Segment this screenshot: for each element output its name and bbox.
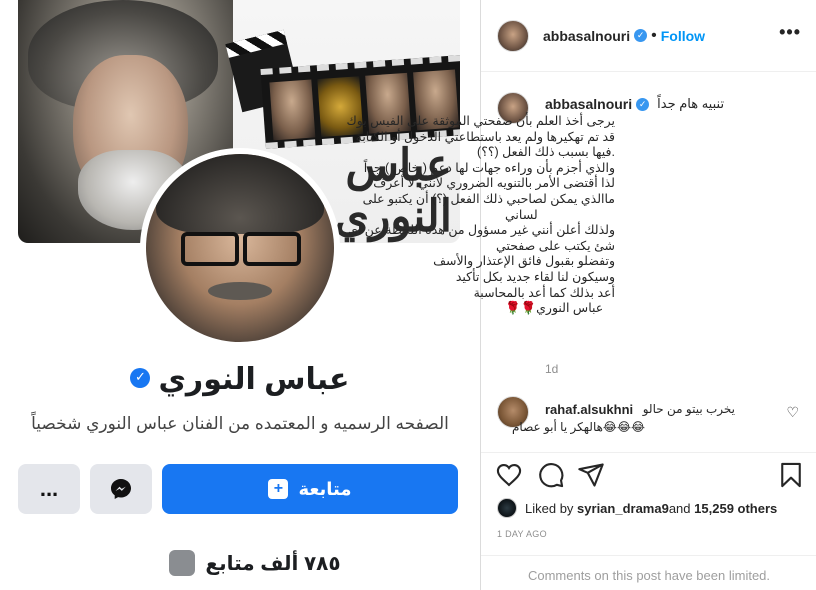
caption-line: عباس النوري🌹🌹: [505, 301, 604, 316]
more-options-icon[interactable]: •••: [779, 22, 801, 43]
comment-icon[interactable]: [537, 461, 565, 489]
caption-line: وتفضلو بقبول فائق الإعتذار والأسف: [433, 254, 615, 269]
caption-line: وسيكون لنا لقاء جديد بكل تأكيد: [455, 269, 615, 284]
facebook-profile-screenshot: عباس النوري عباس النوري الصفحه الرسميه و…: [0, 0, 480, 590]
comments-limited-notice: Comments on this post have been limited.: [481, 555, 816, 590]
heart-icon[interactable]: [495, 461, 523, 489]
profile-avatar: [146, 154, 334, 342]
comment-text-line1: يخرب بيتو من حالو: [642, 402, 735, 416]
verified-icon: [634, 29, 648, 42]
comment-text-line2: 😂😂😂هالهكر يا أبو عصام: [511, 420, 645, 434]
caption-title: تنبيه هام جداً: [657, 96, 725, 111]
caption-line: قد تم تهكيرها ولم يعد باستطاعتي الدخول أ…: [355, 129, 615, 144]
share-icon[interactable]: [577, 461, 605, 489]
messenger-button: [90, 464, 152, 514]
commenter-username[interactable]: rahaf.alsukhni: [545, 402, 633, 417]
verified-icon: [130, 368, 151, 389]
verified-icon: [636, 97, 650, 111]
caption-line: لذا أقتضى الأمر بالتنويه الضروري لأنني ل…: [373, 176, 615, 191]
caption-line: لساني: [505, 207, 538, 222]
caption-line: شئ يكتب على صفحتي: [496, 238, 615, 253]
caption-time[interactable]: 1d: [545, 362, 558, 376]
more-button: ...: [18, 464, 80, 514]
checkmark-icon: [169, 550, 196, 576]
author-username[interactable]: abbasalnouri: [543, 28, 630, 44]
page-title: عباس النوري: [0, 362, 480, 397]
caption-line: .فيها بسبب ذلك الفعل (؟؟): [477, 145, 615, 160]
follow-button[interactable]: Follow: [661, 28, 705, 44]
separator-dot: •: [651, 26, 657, 44]
comment-item: rahaf.alsukhni يخرب بيتو من حالو 😂😂😂هاله…: [497, 396, 803, 436]
caption-username[interactable]: abbasalnouri: [545, 96, 632, 112]
caption-lines: يرجى أخذ العلم بأن صفحتي الموثقة على الف…: [346, 114, 615, 317]
others-count[interactable]: 15,259 others: [694, 501, 777, 516]
follow-page-button: متابعة +: [162, 464, 458, 514]
comment-like-icon[interactable]: ♡: [786, 404, 799, 421]
plus-icon: +: [268, 479, 289, 499]
bookmark-icon[interactable]: [777, 461, 805, 489]
liker-username[interactable]: syrian_drama9: [577, 501, 669, 516]
action-bar: [481, 452, 816, 498]
followers-count: ٧٨٥ ألف متابع: [205, 552, 341, 575]
post-date[interactable]: 1 DAY AGO: [497, 529, 547, 539]
likes-row: Liked by syrian_drama9 and 15,259 others: [497, 498, 777, 518]
caption-header: abbasalnouri تنبيه هام جداً: [545, 96, 724, 112]
liker-avatar[interactable]: [497, 498, 517, 518]
screenshot-composite: عباس النوري عباس النوري الصفحه الرسميه و…: [0, 0, 816, 590]
post-header: abbasalnouri • Follow •••: [481, 0, 816, 72]
page-bio: الصفحه الرسميه و المعتمده من الفنان عباس…: [31, 414, 449, 433]
caption-line: أعد بذلك كما أعد بالمحاسبة: [473, 285, 615, 300]
caption-line: ولذلك أعلن أنني غير مسؤول من هذه اللحظة …: [348, 223, 615, 238]
messenger-icon: [111, 479, 131, 499]
post-image: عباس النوري عباس النوري الصفحه الرسميه و…: [0, 0, 480, 590]
caption-line: ماالذي يمكن لصاحبي ذلك الفعل (؟) أن يكتب…: [362, 191, 615, 206]
caption-line: والذي أجزم بأن وراءه جهات لها دعم ( خاص …: [363, 160, 615, 175]
followers-row: ٧٨٥ ألف متابع: [0, 550, 480, 576]
author-avatar[interactable]: [497, 19, 529, 52]
caption-line: يرجى أخذ العلم بأن صفحتي الموثقة على الف…: [346, 114, 615, 128]
post-sidebar: abbasalnouri • Follow ••• abbasalnouri ت…: [346, 0, 816, 590]
